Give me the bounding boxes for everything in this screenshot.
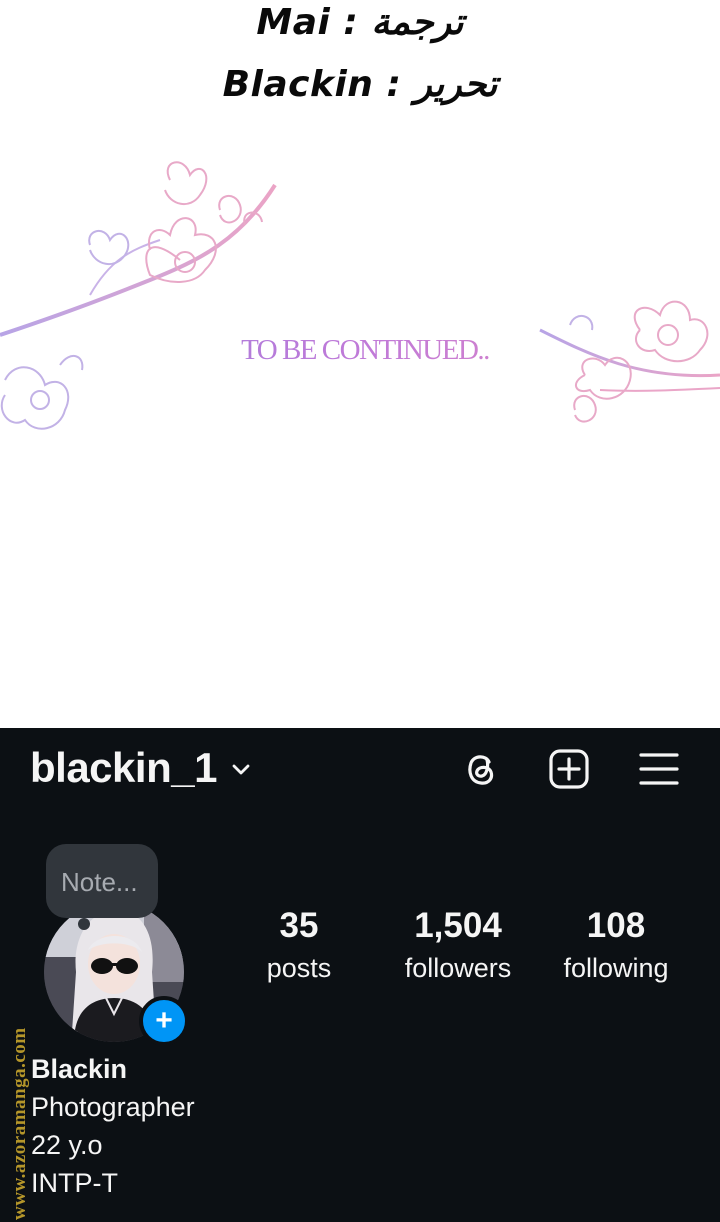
following-value: 108 <box>586 906 646 945</box>
translation-credits: Mai : ترجمة Blackin : تحرير <box>0 0 720 120</box>
bio-line: 22 y.o <box>31 1130 103 1160</box>
bio-line: INTP-T <box>31 1168 118 1198</box>
followers-count[interactable]: 1,504 followers <box>378 906 538 990</box>
followers-value: 1,504 <box>414 906 502 945</box>
threads-icon[interactable] <box>460 748 502 790</box>
watermark-text: www.azoramanga.com <box>9 1027 30 1220</box>
following-label: following <box>563 953 669 983</box>
create-post-icon[interactable] <box>548 748 590 790</box>
following-count[interactable]: 108 following <box>536 906 696 990</box>
note-bubble[interactable]: Note... <box>46 844 158 918</box>
add-story-button[interactable]: + <box>139 996 189 1046</box>
credit-editor: Blackin : تحرير <box>222 64 498 105</box>
display-name: Blackin <box>31 1054 128 1084</box>
chevron-down-icon <box>232 764 250 775</box>
bio-line: Photographer <box>31 1092 195 1122</box>
posts-label: posts <box>266 953 332 983</box>
profile-username: blackin_1 <box>30 744 217 791</box>
to-be-continued-caption: TO BE CONTINUED.. <box>0 334 720 367</box>
posts-value: 35 <box>279 906 319 945</box>
menu-icon[interactable] <box>638 748 680 790</box>
note-bubble-tail <box>78 918 90 930</box>
instagram-profile-screen: blackin_1 Note... + 35 posts 1,504 follo… <box>0 728 720 1222</box>
account-switcher[interactable]: blackin_1 <box>30 744 251 792</box>
profile-bio: Blackin Photographer 22 y.o INTP-T <box>31 1050 195 1202</box>
posts-count[interactable]: 35 posts <box>219 906 379 990</box>
followers-label: followers <box>404 953 512 983</box>
credit-translator: Mai : ترجمة <box>256 2 464 43</box>
site-watermark: www.azoramanga.com <box>8 970 32 1220</box>
floral-illustration <box>0 161 720 430</box>
